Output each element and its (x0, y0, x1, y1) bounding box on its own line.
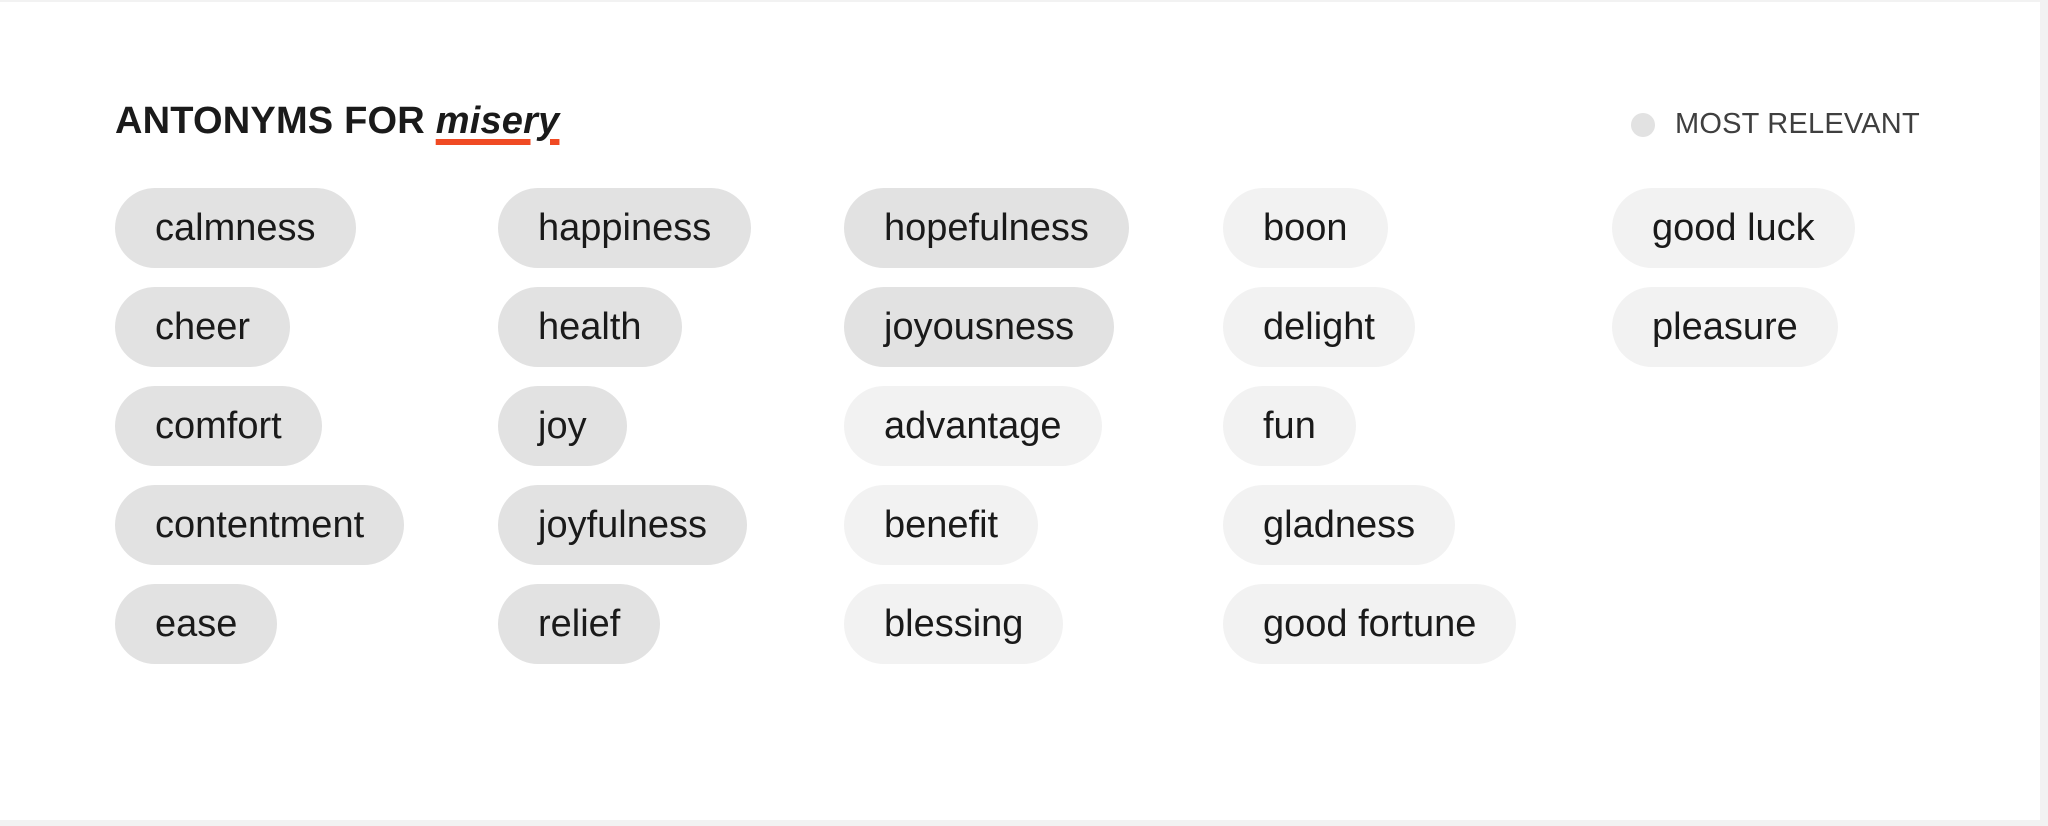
antonym-pill[interactable]: joyfulness (498, 485, 747, 565)
antonym-pill[interactable]: benefit (844, 485, 1039, 565)
antonym-pill[interactable]: joyousness (844, 287, 1115, 367)
antonym-pill[interactable]: calmness (115, 188, 356, 268)
antonym-pill[interactable]: good fortune (1223, 584, 1517, 664)
antonym-column-1: calmness cheer comfort contentment ease (115, 188, 405, 683)
antonym-column-4: boon delight fun gladness good fortune (1223, 188, 1517, 683)
title-prefix: ANTONYMS FOR (115, 100, 425, 142)
antonym-pill[interactable]: gladness (1223, 485, 1456, 565)
antonym-pill[interactable]: good luck (1612, 188, 1855, 268)
antonym-pill[interactable]: comfort (115, 386, 322, 466)
antonyms-card: ANTONYMS FOR misery MOST RELEVANT calmne… (0, 2, 2040, 820)
section-title: ANTONYMS FOR misery (115, 100, 559, 143)
antonym-column-5: good luck pleasure (1612, 188, 1855, 386)
antonym-column-2: happiness health joy joyfulness relief (498, 188, 752, 683)
relevance-dot-icon (1631, 112, 1655, 137)
antonym-pill[interactable]: boon (1223, 188, 1388, 268)
antonym-pill[interactable]: ease (115, 584, 278, 664)
antonym-column-3: hopefulness joyousness advantage benefit… (844, 188, 1129, 683)
antonym-pill[interactable]: blessing (844, 584, 1064, 664)
legend-label: MOST RELEVANT (1675, 108, 1920, 140)
antonym-pill[interactable]: hopefulness (844, 188, 1129, 268)
antonym-pill[interactable]: advantage (844, 386, 1102, 466)
antonym-pill[interactable]: fun (1223, 386, 1356, 466)
antonym-pill[interactable]: cheer (115, 287, 291, 367)
relevance-legend: MOST RELEVANT (1631, 108, 1920, 141)
antonym-pill[interactable]: happiness (498, 188, 752, 268)
antonym-pill[interactable]: contentment (115, 485, 405, 565)
antonym-pill[interactable]: joy (498, 386, 627, 466)
antonym-pill[interactable]: delight (1223, 287, 1415, 367)
antonym-pill[interactable]: relief (498, 584, 661, 664)
title-word: misery (435, 100, 560, 142)
antonym-pill[interactable]: pleasure (1612, 287, 1838, 367)
antonym-pill[interactable]: health (498, 287, 682, 367)
